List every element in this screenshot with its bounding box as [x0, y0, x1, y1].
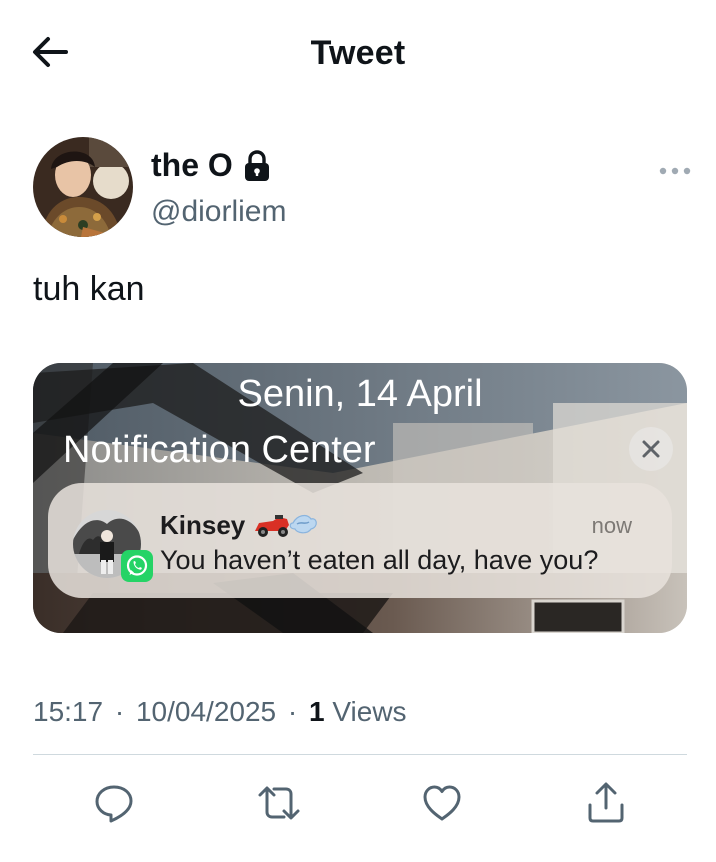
clear-notifications-button[interactable] [629, 427, 673, 471]
share-icon [588, 782, 624, 823]
tweet-date: 10/04/2025 [135, 696, 277, 727]
avatar[interactable] [33, 137, 133, 237]
lock-icon [243, 149, 271, 182]
tweet-time: 15:17 [33, 696, 104, 727]
notification-card[interactable]: Kinsey now You haven’t eaten all day, ha… [48, 483, 672, 598]
views-count: 1 [309, 696, 325, 727]
reply-button[interactable] [89, 778, 139, 828]
tweet-media-image[interactable]: Senin, 14 April Notification Center Kins… [33, 363, 687, 633]
reply-icon [95, 785, 133, 823]
more-horizontal-icon [659, 167, 691, 175]
whatsapp-icon [121, 550, 153, 582]
author-name[interactable]: the O [151, 147, 233, 184]
notification-time: now [591, 513, 632, 538]
divider [33, 754, 687, 755]
retweet-button[interactable] [254, 778, 304, 828]
race-car-dash-emoji [255, 514, 318, 537]
like-icon [423, 785, 461, 821]
page-title: Tweet [310, 34, 406, 72]
notification-message: You haven’t eaten all day, have you? [160, 545, 599, 575]
views-label[interactable]: Views [332, 696, 406, 727]
tweet-actions-bar [33, 778, 687, 828]
close-icon [642, 440, 660, 458]
top-bar: Tweet [0, 0, 716, 105]
notification-sender: Kinsey [160, 509, 246, 540]
tweet-text: tuh kan [33, 270, 145, 308]
like-button[interactable] [417, 778, 467, 828]
tweet-meta: 15:17 · 10/04/2025 · 1 Views [33, 696, 407, 728]
meta-separator: · [114, 696, 125, 727]
more-options-button[interactable] [655, 159, 695, 183]
author-name-row: the O [151, 147, 271, 184]
notification-center-title: Notification Center [63, 429, 376, 471]
notification-sender-row: Kinsey [160, 509, 319, 541]
share-button[interactable] [581, 778, 631, 828]
tweet-author: the O @diorliem [33, 137, 691, 237]
lock-screen-date: Senin, 14 April [237, 373, 483, 415]
author-handle[interactable]: @diorliem [151, 195, 286, 229]
meta-separator: · [287, 696, 298, 727]
retweet-icon [258, 786, 300, 820]
